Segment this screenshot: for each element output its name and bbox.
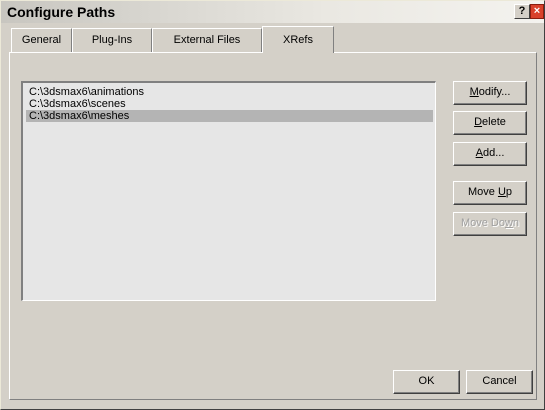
button-label: dd... (482, 147, 505, 159)
cancel-button[interactable]: Cancel (466, 370, 533, 394)
close-icon[interactable]: × (530, 4, 544, 19)
tab-external-files[interactable]: External Files (152, 28, 262, 52)
move-up-button[interactable]: Move Up (453, 181, 527, 205)
path-item-selected[interactable]: C:\3dsmax6\meshes (26, 110, 433, 122)
mnemonic: A (475, 147, 483, 159)
title-bar[interactable]: Configure Paths ? × (1, 1, 544, 23)
path-item[interactable]: C:\3dsmax6\scenes (26, 98, 433, 110)
modify-button[interactable]: Modify... (453, 81, 527, 105)
button-label: p (505, 186, 513, 198)
configure-paths-dialog: Configure Paths ? × General Plug-Ins Ext… (0, 0, 545, 410)
tab-plug-ins[interactable]: Plug-Ins (72, 28, 152, 52)
button-label: odify... (478, 86, 511, 98)
mnemonic: M (469, 86, 479, 98)
mnemonic: U (497, 186, 506, 198)
move-down-button[interactable]: Move Down (453, 212, 527, 236)
mnemonic: w (504, 217, 513, 229)
ok-button[interactable]: OK (393, 370, 460, 394)
path-item[interactable]: C:\3dsmax6\animations (26, 86, 433, 98)
mnemonic: D (474, 116, 483, 128)
help-icon[interactable]: ? (514, 4, 530, 19)
tab-xrefs[interactable]: XRefs (262, 26, 334, 53)
path-list[interactable]: C:\3dsmax6\animations C:\3dsmax6\scenes … (21, 81, 436, 301)
dialog-title: Configure Paths (7, 4, 116, 20)
button-label: Move Do (460, 217, 505, 229)
button-label: Move (467, 186, 498, 198)
add-button[interactable]: Add... (453, 142, 527, 166)
delete-button[interactable]: Delete (453, 111, 527, 135)
tab-general[interactable]: General (11, 28, 72, 52)
button-label: n (512, 217, 520, 229)
button-label: elete (482, 116, 506, 128)
